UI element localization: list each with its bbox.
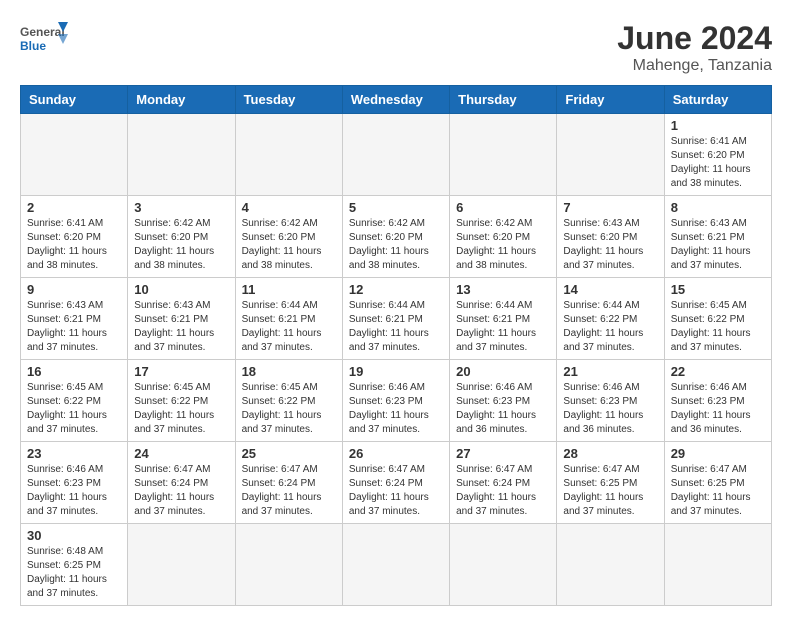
empty-cell xyxy=(235,114,342,196)
day-15: 15 Sunrise: 6:45 AMSunset: 6:22 PMDaylig… xyxy=(664,278,771,360)
day-2: 2 Sunrise: 6:41 AMSunset: 6:20 PMDayligh… xyxy=(21,196,128,278)
logo-svg: General Blue xyxy=(20,20,70,65)
empty-cell xyxy=(21,114,128,196)
empty-cell xyxy=(342,114,449,196)
empty-cell xyxy=(557,114,664,196)
day-3: 3 Sunrise: 6:42 AMSunset: 6:20 PMDayligh… xyxy=(128,196,235,278)
week-row-4: 16 Sunrise: 6:45 AMSunset: 6:22 PMDaylig… xyxy=(21,360,772,442)
logo: General Blue xyxy=(20,20,70,65)
day-20: 20 Sunrise: 6:46 AMSunset: 6:23 PMDaylig… xyxy=(450,360,557,442)
day-14: 14 Sunrise: 6:44 AMSunset: 6:22 PMDaylig… xyxy=(557,278,664,360)
calendar-table: Sunday Monday Tuesday Wednesday Thursday… xyxy=(20,85,772,606)
day-23: 23 Sunrise: 6:46 AMSunset: 6:23 PMDaylig… xyxy=(21,442,128,524)
header: General Blue June 2024 Mahenge, Tanzania xyxy=(20,20,772,75)
header-thursday: Thursday xyxy=(450,86,557,114)
day-29: 29 Sunrise: 6:47 AMSunset: 6:25 PMDaylig… xyxy=(664,442,771,524)
header-sunday: Sunday xyxy=(21,86,128,114)
day-27: 27 Sunrise: 6:47 AMSunset: 6:24 PMDaylig… xyxy=(450,442,557,524)
header-monday: Monday xyxy=(128,86,235,114)
header-tuesday: Tuesday xyxy=(235,86,342,114)
day-1: 1 Sunrise: 6:41 AM Sunset: 6:20 PM Dayli… xyxy=(664,114,771,196)
empty-cell xyxy=(450,114,557,196)
day-28: 28 Sunrise: 6:47 AMSunset: 6:25 PMDaylig… xyxy=(557,442,664,524)
day-26: 26 Sunrise: 6:47 AMSunset: 6:24 PMDaylig… xyxy=(342,442,449,524)
empty-cell xyxy=(342,524,449,606)
week-row-2: 2 Sunrise: 6:41 AMSunset: 6:20 PMDayligh… xyxy=(21,196,772,278)
title-area: June 2024 Mahenge, Tanzania xyxy=(617,20,772,75)
day-5: 5 Sunrise: 6:42 AMSunset: 6:20 PMDayligh… xyxy=(342,196,449,278)
day-12: 12 Sunrise: 6:44 AMSunset: 6:21 PMDaylig… xyxy=(342,278,449,360)
day-22: 22 Sunrise: 6:46 AMSunset: 6:23 PMDaylig… xyxy=(664,360,771,442)
day-17: 17 Sunrise: 6:45 AMSunset: 6:22 PMDaylig… xyxy=(128,360,235,442)
day-4: 4 Sunrise: 6:42 AMSunset: 6:20 PMDayligh… xyxy=(235,196,342,278)
day-8: 8 Sunrise: 6:43 AMSunset: 6:21 PMDayligh… xyxy=(664,196,771,278)
day-6: 6 Sunrise: 6:42 AMSunset: 6:20 PMDayligh… xyxy=(450,196,557,278)
week-row-1: 1 Sunrise: 6:41 AM Sunset: 6:20 PM Dayli… xyxy=(21,114,772,196)
header-saturday: Saturday xyxy=(664,86,771,114)
day-10: 10 Sunrise: 6:43 AMSunset: 6:21 PMDaylig… xyxy=(128,278,235,360)
empty-cell xyxy=(557,524,664,606)
day-24: 24 Sunrise: 6:47 AMSunset: 6:24 PMDaylig… xyxy=(128,442,235,524)
svg-text:General: General xyxy=(20,25,65,39)
header-friday: Friday xyxy=(557,86,664,114)
empty-cell xyxy=(664,524,771,606)
header-wednesday: Wednesday xyxy=(342,86,449,114)
day-9: 9 Sunrise: 6:43 AMSunset: 6:21 PMDayligh… xyxy=(21,278,128,360)
day-19: 19 Sunrise: 6:46 AMSunset: 6:23 PMDaylig… xyxy=(342,360,449,442)
day-13: 13 Sunrise: 6:44 AMSunset: 6:21 PMDaylig… xyxy=(450,278,557,360)
subtitle: Mahenge, Tanzania xyxy=(617,57,772,75)
week-row-6: 30 Sunrise: 6:48 AMSunset: 6:25 PMDaylig… xyxy=(21,524,772,606)
empty-cell xyxy=(450,524,557,606)
day-16: 16 Sunrise: 6:45 AMSunset: 6:22 PMDaylig… xyxy=(21,360,128,442)
day-11: 11 Sunrise: 6:44 AMSunset: 6:21 PMDaylig… xyxy=(235,278,342,360)
empty-cell xyxy=(128,524,235,606)
day-30: 30 Sunrise: 6:48 AMSunset: 6:25 PMDaylig… xyxy=(21,524,128,606)
empty-cell xyxy=(235,524,342,606)
day-25: 25 Sunrise: 6:47 AMSunset: 6:24 PMDaylig… xyxy=(235,442,342,524)
empty-cell xyxy=(128,114,235,196)
week-row-3: 9 Sunrise: 6:43 AMSunset: 6:21 PMDayligh… xyxy=(21,278,772,360)
week-row-5: 23 Sunrise: 6:46 AMSunset: 6:23 PMDaylig… xyxy=(21,442,772,524)
day-21: 21 Sunrise: 6:46 AMSunset: 6:23 PMDaylig… xyxy=(557,360,664,442)
main-title: June 2024 xyxy=(617,20,772,57)
svg-text:Blue: Blue xyxy=(20,39,46,53)
day-7: 7 Sunrise: 6:43 AMSunset: 6:20 PMDayligh… xyxy=(557,196,664,278)
day-18: 18 Sunrise: 6:45 AMSunset: 6:22 PMDaylig… xyxy=(235,360,342,442)
weekday-header-row: Sunday Monday Tuesday Wednesday Thursday… xyxy=(21,86,772,114)
